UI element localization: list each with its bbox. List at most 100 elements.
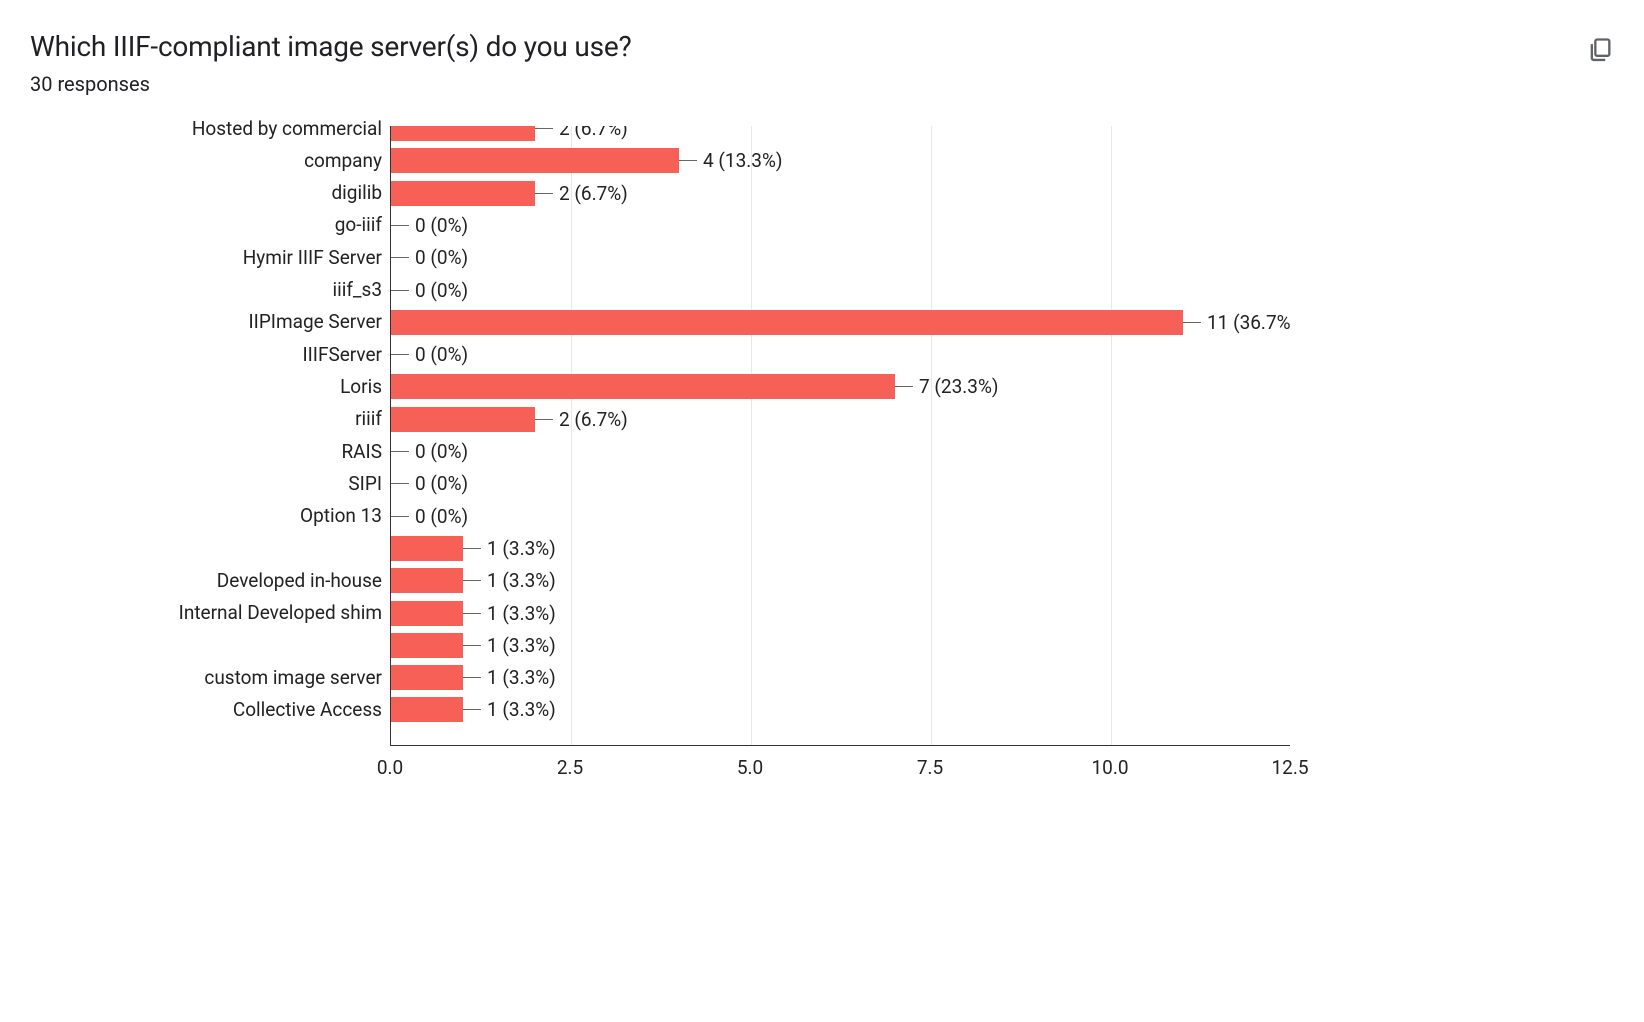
- bar-row: 4 (13.3%): [391, 148, 1290, 173]
- bar-connector: [463, 613, 481, 614]
- bar-value-label: 0 (0%): [415, 440, 468, 463]
- bar: [391, 568, 463, 593]
- bar: [391, 148, 679, 173]
- bar-row: 0 (0%): [391, 342, 1290, 367]
- bar-connector: [535, 193, 553, 194]
- bar: [391, 665, 463, 690]
- bar: [391, 536, 463, 561]
- x-tick: 5.0: [737, 756, 763, 779]
- bar: [391, 697, 463, 722]
- y-category-label: digilib: [331, 182, 382, 204]
- bar-row: 2 (6.7%): [391, 407, 1290, 432]
- bar-row: 11 (36.7%): [391, 310, 1290, 335]
- bar-value-label: 0 (0%): [415, 279, 468, 302]
- y-category-label: Option 13: [300, 505, 382, 527]
- response-count: 30 responses: [30, 72, 1614, 96]
- bar-value-label: 0 (0%): [415, 472, 468, 495]
- bar-row: 0 (0%): [391, 504, 1290, 529]
- bar-connector: [391, 354, 409, 355]
- bar-connector: [391, 483, 409, 484]
- page-title: Which IIIF-compliant image server(s) do …: [30, 30, 632, 63]
- y-axis-labels: Hosted by commercialcompanydigilibgo-iii…: [30, 126, 382, 746]
- bar-connector: [463, 709, 481, 710]
- bar-row: 0 (0%): [391, 278, 1290, 303]
- copy-chart-icon: [1586, 36, 1614, 64]
- bar-connector: [463, 580, 481, 581]
- bar-value-label: 2 (6.7%): [559, 408, 628, 431]
- bar-row: 1 (3.3%): [391, 665, 1290, 690]
- bar-row: 2 (6.7%): [391, 126, 1290, 141]
- bar-row: 0 (0%): [391, 213, 1290, 238]
- bar: [391, 601, 463, 626]
- y-category-label: iiif_s3: [332, 279, 382, 301]
- bar-chart: Hosted by commercialcompanydigilibgo-iii…: [30, 126, 1614, 786]
- bar: [391, 374, 895, 399]
- bar-connector: [1183, 322, 1201, 323]
- bar-row: 0 (0%): [391, 439, 1290, 464]
- bar-value-label: 0 (0%): [415, 505, 468, 528]
- bar-value-label: 0 (0%): [415, 343, 468, 366]
- bar-row: 1 (3.3%): [391, 697, 1290, 722]
- y-category-label: IIPImage Server: [248, 311, 382, 333]
- bar-row: 1 (3.3%): [391, 601, 1290, 626]
- y-category-label: riiif: [355, 408, 382, 430]
- x-tick: 0.0: [377, 756, 403, 779]
- y-category-label: Hymir IIIF Server: [243, 247, 382, 269]
- bar-value-label: 2 (6.7%): [559, 182, 628, 205]
- bar-value-label: 1 (3.3%): [487, 634, 556, 657]
- bar-value-label: 1 (3.3%): [487, 698, 556, 721]
- bar-value-label: 0 (0%): [415, 214, 468, 237]
- y-category-label: Loris: [340, 376, 382, 398]
- y-category-label: custom image server: [204, 667, 382, 689]
- bar-row: 0 (0%): [391, 245, 1290, 270]
- x-tick: 12.5: [1271, 756, 1308, 779]
- bar-connector: [391, 257, 409, 258]
- bar-row: 1 (3.3%): [391, 568, 1290, 593]
- bar-connector: [391, 516, 409, 517]
- bar: [391, 407, 535, 432]
- bar-connector: [535, 128, 553, 129]
- y-category-label: IIIFServer: [302, 344, 382, 366]
- bar-value-label: 1 (3.3%): [487, 569, 556, 592]
- bar-connector: [463, 645, 481, 646]
- bar: [391, 633, 463, 658]
- x-axis: 0.02.55.07.510.012.5: [390, 746, 1290, 786]
- bar-value-label: 0 (0%): [415, 246, 468, 269]
- bar: [391, 181, 535, 206]
- bar-value-label: 2 (6.7%): [559, 126, 628, 140]
- y-category-label: company: [304, 150, 382, 172]
- y-category-label: SIPI: [348, 473, 382, 495]
- x-tick: 2.5: [557, 756, 583, 779]
- bar-connector: [535, 419, 553, 420]
- copy-icon[interactable]: [1586, 36, 1614, 64]
- bar-value-label: 1 (3.3%): [487, 537, 556, 560]
- bar-connector: [463, 548, 481, 549]
- bar-value-label: 1 (3.3%): [487, 602, 556, 625]
- y-category-label: Hosted by commercial: [192, 118, 382, 140]
- bar-connector: [463, 677, 481, 678]
- y-category-label: Collective Access: [233, 699, 382, 721]
- bar-value-label: 7 (23.3%): [919, 375, 998, 398]
- y-category-label: RAIS: [341, 441, 382, 463]
- x-tick: 7.5: [917, 756, 943, 779]
- bar-connector: [391, 225, 409, 226]
- x-tick: 10.0: [1091, 756, 1128, 779]
- bar-value-label: 1 (3.3%): [487, 666, 556, 689]
- bar-connector: [391, 290, 409, 291]
- y-category-label: go-iiif: [335, 214, 382, 236]
- bar-row: 7 (23.3%): [391, 374, 1290, 399]
- bar: [391, 126, 535, 141]
- plot-area: 2 (6.7%) 4 (13.3%) 2 (6.7%) 0 (0%) 0 (0%) 0 (…: [390, 126, 1290, 746]
- y-category-label: Developed in-house: [217, 570, 382, 592]
- bar-value-label: 11 (36.7%): [1207, 311, 1290, 334]
- bar-connector: [391, 451, 409, 452]
- y-category-label: Internal Developed shim: [179, 602, 382, 624]
- bar-row: 1 (3.3%): [391, 633, 1290, 658]
- bar: [391, 310, 1183, 335]
- bar-row: 0 (0%): [391, 471, 1290, 496]
- bar-value-label: 4 (13.3%): [703, 149, 782, 172]
- bar-row: 2 (6.7%): [391, 181, 1290, 206]
- bar-row: 1 (3.3%): [391, 536, 1290, 561]
- bar-connector: [895, 386, 913, 387]
- bar-connector: [679, 160, 697, 161]
